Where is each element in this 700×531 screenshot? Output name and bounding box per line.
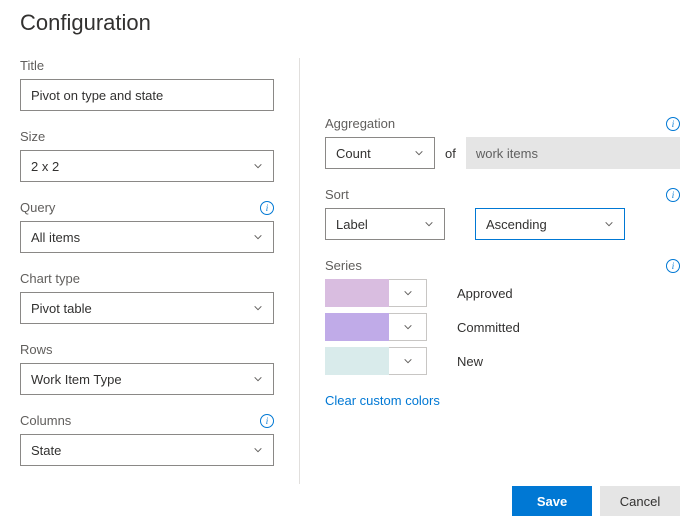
of-value: work items [476,146,538,161]
query-value: All items [31,230,80,245]
title-input[interactable] [20,79,274,111]
chart-type-label: Chart type [20,271,80,286]
query-field: Query i All items [20,200,274,253]
chevron-down-icon [253,303,263,313]
chevron-down-icon [253,374,263,384]
chevron-down-icon [403,356,413,366]
sort-field-select[interactable]: Label [325,208,445,240]
info-icon[interactable]: i [666,188,680,202]
clear-custom-colors-link[interactable]: Clear custom colors [325,393,440,408]
chart-type-field: Chart type Pivot table [20,271,274,324]
chevron-down-icon [604,219,614,229]
chart-type-select[interactable]: Pivot table [20,292,274,324]
rows-select[interactable]: Work Item Type [20,363,274,395]
sort-direction-value: Ascending [486,217,547,232]
color-picker-button[interactable] [389,279,427,307]
aggregation-select[interactable]: Count [325,137,435,169]
sort-label: Sort [325,187,349,202]
info-icon[interactable]: i [666,117,680,131]
color-picker-button[interactable] [389,313,427,341]
series-row: Committed [325,313,680,341]
series-item-label: Approved [457,286,513,301]
info-icon[interactable]: i [260,201,274,215]
size-field: Size 2 x 2 [20,129,274,182]
series-row: Approved [325,279,680,307]
query-select[interactable]: All items [20,221,274,253]
chevron-down-icon [424,219,434,229]
query-label: Query [20,200,55,215]
page-title: Configuration [20,10,680,36]
aggregation-value: Count [336,146,371,161]
color-swatch [325,313,389,341]
columns-label: Columns [20,413,71,428]
sort-field: Sort i Label Ascending [325,187,680,240]
rows-value: Work Item Type [31,372,122,387]
chevron-down-icon [403,322,413,332]
info-icon[interactable]: i [260,414,274,428]
series-label: Series [325,258,362,273]
color-swatch [325,279,389,307]
columns-field: Columns i State [20,413,274,466]
aggregation-field: Aggregation i Count of work items [325,116,680,169]
cancel-button[interactable]: Cancel [600,486,680,516]
title-field: Title [20,58,274,111]
chart-type-value: Pivot table [31,301,92,316]
info-icon[interactable]: i [666,259,680,273]
size-label: Size [20,129,45,144]
left-panel: Title Size 2 x 2 Query i All items [20,58,300,484]
columns-value: State [31,443,61,458]
of-value-box: work items [466,137,680,169]
config-panels: Title Size 2 x 2 Query i All items [20,58,680,484]
aggregation-label: Aggregation [325,116,395,131]
chevron-down-icon [414,148,424,158]
color-picker-button[interactable] [389,347,427,375]
save-button[interactable]: Save [512,486,592,516]
sort-direction-select[interactable]: Ascending [475,208,625,240]
chevron-down-icon [253,445,263,455]
chevron-down-icon [253,161,263,171]
series-list: Approved Committed New [325,279,680,375]
title-label: Title [20,58,44,73]
sort-field-value: Label [336,217,368,232]
color-swatch [325,347,389,375]
series-item-label: Committed [457,320,520,335]
size-select[interactable]: 2 x 2 [20,150,274,182]
series-row: New [325,347,680,375]
series-item-label: New [457,354,483,369]
right-panel: Aggregation i Count of work items Sort i [300,58,680,484]
of-label: of [445,146,456,161]
rows-label: Rows [20,342,53,357]
footer-buttons: Save Cancel [512,486,680,516]
rows-field: Rows Work Item Type [20,342,274,395]
chevron-down-icon [403,288,413,298]
series-field: Series i Approved Committed New Clear cust… [325,258,680,408]
columns-select[interactable]: State [20,434,274,466]
chevron-down-icon [253,232,263,242]
size-value: 2 x 2 [31,159,59,174]
